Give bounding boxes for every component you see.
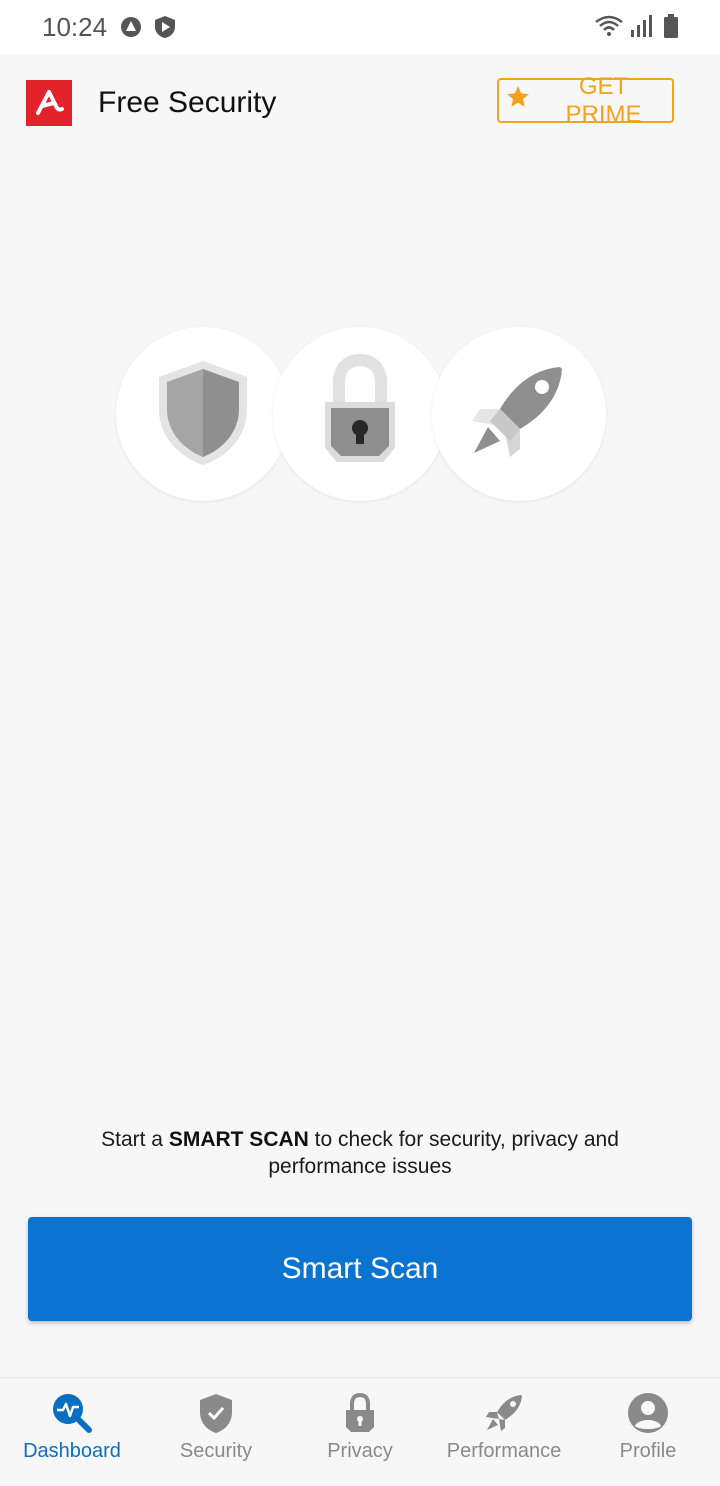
- security-feature-circle: [116, 327, 290, 501]
- nav-item-dashboard[interactable]: Dashboard: [0, 1378, 144, 1486]
- nav-label-privacy: Privacy: [327, 1440, 393, 1462]
- signal-icon: [630, 14, 652, 43]
- nav-item-security[interactable]: Security: [144, 1378, 288, 1486]
- smart-scan-button[interactable]: Smart Scan: [28, 1217, 692, 1321]
- performance-rocket-icon: [483, 1392, 525, 1434]
- rocket-icon: [464, 357, 574, 472]
- nav-item-performance[interactable]: Performance: [432, 1378, 576, 1486]
- dashboard-icon: [51, 1392, 93, 1434]
- star-icon: [505, 84, 531, 117]
- scan-prompt-before: Start a: [101, 1128, 169, 1151]
- status-time: 10:24: [42, 12, 108, 42]
- bottom-navigation: Dashboard Security Privacy Performance P…: [0, 1377, 720, 1486]
- nav-item-profile[interactable]: Profile: [576, 1378, 720, 1486]
- privacy-feature-circle: [273, 327, 447, 501]
- padlock-icon: [315, 352, 405, 477]
- wifi-icon: [594, 14, 624, 43]
- status-bar: 10:24: [0, 0, 720, 54]
- get-prime-button[interactable]: GET PRIME: [497, 73, 674, 128]
- nav-item-privacy[interactable]: Privacy: [288, 1378, 432, 1486]
- performance-feature-circle: [432, 327, 606, 501]
- scan-prompt: Start a SMART SCAN to check for security…: [60, 1126, 660, 1180]
- scan-prompt-after: to check for security, privacy and perfo…: [268, 1128, 619, 1178]
- security-shield-icon: [198, 1392, 234, 1434]
- nav-label-dashboard: Dashboard: [23, 1440, 121, 1462]
- privacy-lock-icon: [344, 1392, 376, 1434]
- app-notification-icon: [120, 16, 142, 43]
- shield-icon: [153, 357, 253, 472]
- nav-label-profile: Profile: [619, 1440, 677, 1462]
- nav-label-security: Security: [179, 1440, 253, 1462]
- app-header: Free Security GET PRIME: [0, 54, 720, 154]
- battery-icon: [664, 14, 678, 43]
- nav-label-performance: Performance: [446, 1440, 562, 1462]
- app-title: Free Security: [98, 86, 277, 119]
- avira-logo-icon: [26, 80, 72, 126]
- profile-icon: [627, 1392, 669, 1434]
- get-prime-label: GET PRIME: [565, 72, 642, 128]
- shield-notification-icon: [154, 15, 176, 44]
- scan-prompt-bold: SMART SCAN: [168, 1128, 309, 1151]
